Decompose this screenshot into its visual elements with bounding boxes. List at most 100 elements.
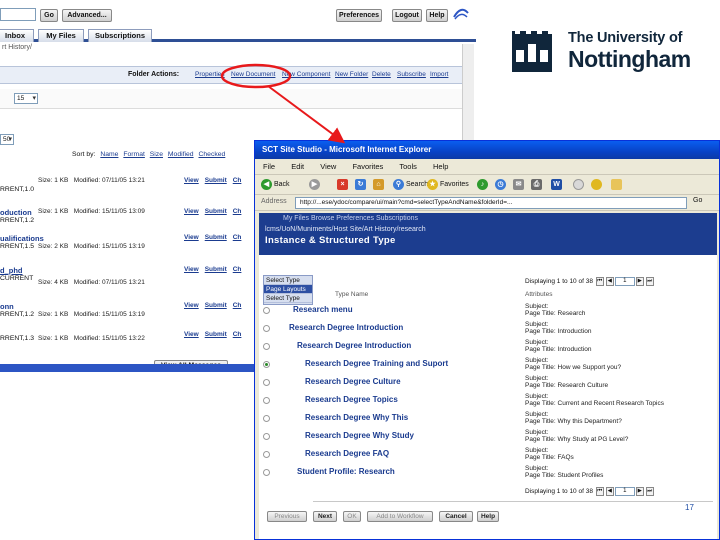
item-radio[interactable] <box>263 361 270 368</box>
page-number-input[interactable]: 1 <box>614 277 635 286</box>
checkout-link[interactable]: Ch <box>233 302 242 309</box>
search-button[interactable]: ⚲ Search <box>393 178 428 192</box>
action-new-document[interactable]: New Document <box>231 71 275 78</box>
address-go-button[interactable]: Go <box>693 197 702 204</box>
item-name[interactable]: Research Degree Topics <box>305 395 398 404</box>
media-button[interactable]: ♪ <box>477 178 490 192</box>
item-name[interactable]: Research Degree Why Study <box>305 431 414 440</box>
type-selector[interactable]: Select Type Page Layouts Select Type <box>263 275 313 305</box>
action-new-component[interactable]: New Component <box>282 71 330 78</box>
page-number-input[interactable]: 1 <box>614 487 635 496</box>
next-page-button[interactable]: ▶ <box>635 487 644 496</box>
next-page-button[interactable]: ▶ <box>635 277 644 286</box>
menu-edit[interactable]: Edit <box>291 162 304 171</box>
list-item[interactable]: Research Degree Culture Subject: Page Ti… <box>259 375 717 395</box>
item-name[interactable]: Research Degree Culture <box>305 377 401 386</box>
submit-link[interactable]: Submit <box>205 266 227 273</box>
checkout-link[interactable]: Ch <box>233 266 242 273</box>
menu-file[interactable]: File <box>263 162 275 171</box>
submit-link[interactable]: Submit <box>205 331 227 338</box>
item-radio[interactable] <box>263 451 270 458</box>
history-button[interactable]: ◷ <box>495 178 508 192</box>
logout-button[interactable]: Logout <box>392 9 422 22</box>
list-item[interactable]: Research Degree Training and Suport Subj… <box>259 357 717 377</box>
header-tabs[interactable]: My Files Browse Preferences Subscription… <box>283 215 418 222</box>
list-item[interactable]: Research Degree Topics Subject: Page Tit… <box>259 393 717 413</box>
help-button[interactable]: Help <box>426 9 448 22</box>
sort-checked-link[interactable]: Checked <box>198 151 225 158</box>
file-title[interactable]: onn <box>0 302 14 311</box>
item-radio[interactable] <box>263 343 270 350</box>
item-name[interactable]: Research Degree Training and Suport <box>305 359 448 368</box>
menu-tools[interactable]: Tools <box>399 162 417 171</box>
edit-button[interactable]: W <box>551 178 564 192</box>
select-type-option[interactable]: Select Type <box>264 276 312 285</box>
action-properties[interactable]: Properties <box>195 71 225 78</box>
file-title[interactable]: ualifications <box>0 234 44 243</box>
view-link[interactable]: View <box>184 266 199 273</box>
print-button[interactable]: ⎙ <box>531 178 544 192</box>
favorites-button[interactable]: ★ Favorites <box>427 178 469 192</box>
tab-inbox[interactable]: Inbox <box>0 29 34 42</box>
file-row[interactable]: onn RRENT,1.2 Size: 1 KB Modified: 15/11… <box>0 302 250 332</box>
help-button[interactable]: Help <box>477 511 499 522</box>
sort-format-link[interactable]: Format <box>123 151 145 158</box>
view-link[interactable]: View <box>184 208 199 215</box>
item-name[interactable]: Research Degree Why This <box>305 413 408 422</box>
submit-link[interactable]: Submit <box>205 234 227 241</box>
address-input[interactable]: http://...ese/ydoc/compare/ui/main?cmd=s… <box>295 197 687 209</box>
tab-subscriptions[interactable]: Subscriptions <box>88 29 152 42</box>
item-name[interactable]: Student Profile: Research <box>297 467 395 476</box>
first-page-button[interactable]: ⏮ <box>595 277 604 286</box>
refresh-button[interactable]: ↻ <box>355 178 368 192</box>
items-per-page-select[interactable]: 50 <box>0 134 14 145</box>
search-input[interactable] <box>0 8 36 21</box>
checkout-link[interactable]: Ch <box>233 177 242 184</box>
list-item[interactable]: Research Degree Why This Subject: Page T… <box>259 411 717 431</box>
page-size-select[interactable]: 15 <box>14 93 38 104</box>
discuss-button[interactable] <box>573 178 586 192</box>
list-item[interactable]: Student Profile: Research Subject: Page … <box>259 465 717 485</box>
sort-size-link[interactable]: Size <box>150 151 163 158</box>
item-name[interactable]: Research Degree Introduction <box>289 323 403 332</box>
item-radio[interactable] <box>263 469 270 476</box>
file-title[interactable]: d_phd <box>0 266 23 275</box>
forward-button[interactable]: ▶ <box>309 178 322 192</box>
view-link[interactable]: View <box>184 302 199 309</box>
page-layouts-option[interactable]: Page Layouts <box>264 285 312 294</box>
action-new-folder[interactable]: New Folder <box>335 71 368 78</box>
submit-link[interactable]: Submit <box>205 208 227 215</box>
go-button[interactable]: Go <box>40 9 58 22</box>
select-type-option[interactable]: Select Type <box>264 294 312 303</box>
checkout-link[interactable]: Ch <box>233 331 242 338</box>
list-item[interactable]: Research Degree FAQ Subject: Page Title:… <box>259 447 717 467</box>
list-item[interactable]: Research menu Subject: Page Title: Resea… <box>259 303 717 323</box>
item-radio[interactable] <box>263 397 270 404</box>
prev-page-button[interactable]: ◀ <box>605 277 614 286</box>
messenger-button[interactable] <box>591 178 604 192</box>
ok-button[interactable]: OK <box>343 511 361 522</box>
checkout-link[interactable]: Ch <box>233 234 242 241</box>
cancel-button[interactable]: Cancel <box>439 511 473 522</box>
item-name[interactable]: Research Degree Introduction <box>297 341 411 350</box>
previous-button[interactable]: Previous <box>267 511 307 522</box>
first-page-button[interactable]: ⏮ <box>595 487 604 496</box>
folder-button[interactable] <box>611 178 624 192</box>
last-page-button[interactable]: ⏭ <box>645 487 654 496</box>
tab-my-files[interactable]: My Files <box>38 29 84 42</box>
advanced-search-button[interactable]: Advanced... <box>62 9 112 22</box>
preferences-button[interactable]: Preferences <box>336 9 382 22</box>
action-subscribe[interactable]: Subscribe <box>397 71 426 78</box>
sort-modified-link[interactable]: Modified <box>168 151 194 158</box>
menu-view[interactable]: View <box>320 162 336 171</box>
action-import[interactable]: Import <box>430 71 448 78</box>
menu-help[interactable]: Help <box>433 162 448 171</box>
submit-link[interactable]: Submit <box>205 177 227 184</box>
action-delete[interactable]: Delete <box>372 71 391 78</box>
list-item[interactable]: Research Degree Introduction Subject: Pa… <box>259 321 717 341</box>
file-row[interactable]: RRENT,1.0 Size: 1 KB Modified: 07/11/05 … <box>0 177 250 207</box>
checkout-link[interactable]: Ch <box>233 208 242 215</box>
item-radio[interactable] <box>263 433 270 440</box>
home-button[interactable]: ⌂ <box>373 178 386 192</box>
mail-button[interactable]: ✉ <box>513 178 526 192</box>
